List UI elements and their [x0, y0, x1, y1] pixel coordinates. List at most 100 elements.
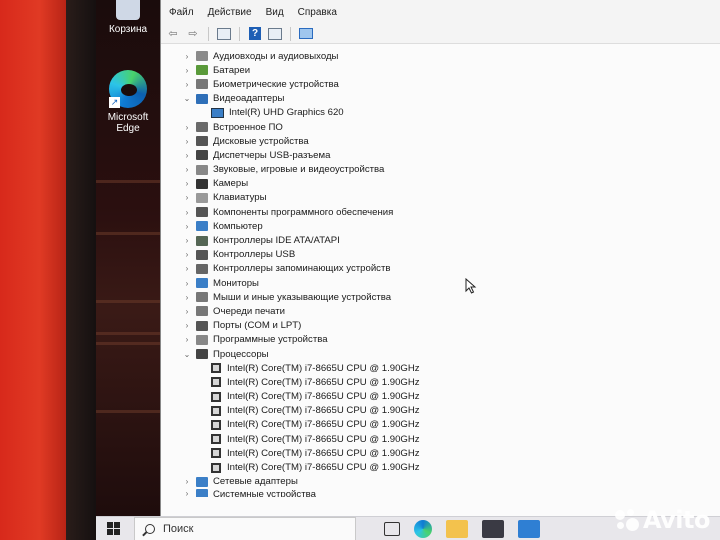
processor-icon — [211, 391, 221, 402]
tree-category[interactable]: ⌄ Видеоадаптеры — [161, 92, 720, 106]
device-category-icon — [196, 150, 208, 161]
tree-device[interactable]: Intel(R) Core(TM) i7-8665U CPU @ 1.90GHz — [161, 460, 720, 474]
tree-category[interactable]: › Программные устройства — [161, 333, 720, 347]
chevron-right-icon[interactable]: › — [181, 321, 193, 330]
tree-device[interactable]: Intel(R) Core(TM) i7-8665U CPU @ 1.90GHz — [161, 418, 720, 432]
tree-category-label: Камеры — [213, 178, 249, 190]
tree-category[interactable]: ⌄ Процессоры — [161, 347, 720, 361]
edge-label-line2: Edge — [116, 123, 140, 134]
tree-category[interactable]: › Контроллеры USB — [161, 248, 720, 262]
menu-help[interactable]: Справка — [298, 5, 345, 20]
tree-device[interactable]: Intel(R) Core(TM) i7-8665U CPU @ 1.90GHz — [161, 361, 720, 375]
chevron-right-icon[interactable]: › — [181, 477, 193, 486]
tree-device-label: Intel(R) Core(TM) i7-8665U CPU @ 1.90GHz — [227, 433, 420, 445]
menu-view[interactable]: Вид — [266, 5, 292, 20]
tree-category[interactable]: › Биометрические устройства — [161, 77, 720, 91]
tree-device-label: Intel(R) Core(TM) i7-8665U CPU @ 1.90GHz — [227, 391, 420, 403]
mail-icon[interactable] — [518, 519, 540, 538]
chevron-right-icon[interactable]: › — [181, 222, 193, 231]
tree-category[interactable]: › Встроенное ПО — [161, 120, 720, 134]
chevron-right-icon[interactable]: › — [181, 52, 193, 61]
tree-category-label: Дисковые устройства — [213, 135, 309, 147]
tree-category[interactable]: › Дисковые устройства — [161, 134, 720, 148]
tree-category[interactable]: › Мониторы — [161, 276, 720, 290]
chevron-right-icon[interactable]: › — [181, 193, 193, 202]
store-icon[interactable] — [482, 519, 504, 538]
view-icon[interactable] — [267, 27, 283, 41]
recycle-bin-desktop-icon[interactable]: Корзина — [100, 0, 156, 35]
tree-category[interactable]: › Камеры — [161, 177, 720, 191]
chevron-right-icon[interactable]: › — [181, 335, 193, 344]
device-category-icon — [196, 278, 208, 289]
task-view-icon[interactable] — [384, 521, 400, 536]
forward-arrow-icon[interactable]: ⇨ — [185, 27, 201, 41]
edge-icon[interactable] — [414, 519, 432, 538]
tree-category[interactable]: › Аудиовходы и аудиовыходы — [161, 49, 720, 63]
chevron-right-icon[interactable]: › — [181, 279, 193, 288]
chevron-right-icon[interactable]: › — [181, 250, 193, 259]
tree-category[interactable]: › Клавиатуры — [161, 191, 720, 205]
chevron-right-icon[interactable]: › — [181, 80, 193, 89]
taskbar-search-box[interactable]: Поиск — [134, 516, 356, 540]
tree-category[interactable]: › Компоненты программного обеспечения — [161, 205, 720, 219]
device-category-icon — [196, 192, 208, 203]
photo-background — [0, 0, 66, 540]
chevron-right-icon[interactable]: › — [181, 236, 193, 245]
tree-device[interactable]: Intel(R) Core(TM) i7-8665U CPU @ 1.90GHz — [161, 390, 720, 404]
device-category-icon — [196, 65, 208, 76]
chevron-right-icon[interactable]: › — [181, 208, 193, 217]
menu-action[interactable]: Действие — [208, 5, 260, 20]
tree-category[interactable]: › Диспетчеры USB-разъема — [161, 148, 720, 162]
tree-device[interactable]: Intel(R) Core(TM) i7-8665U CPU @ 1.90GHz — [161, 404, 720, 418]
tree-device-label: Intel(R) Core(TM) i7-8665U CPU @ 1.90GHz — [227, 405, 420, 417]
device-category-icon — [196, 93, 208, 104]
tree-category[interactable]: › Сетевые адаптеры — [161, 475, 720, 489]
chevron-right-icon[interactable]: › — [181, 307, 193, 316]
tree-device[interactable]: Intel(R) Core(TM) i7-8665U CPU @ 1.90GHz — [161, 375, 720, 389]
tree-device[interactable]: Intel(R) Core(TM) i7-8665U CPU @ 1.90GHz — [161, 432, 720, 446]
device-category-icon — [196, 79, 208, 90]
chevron-right-icon[interactable]: › — [181, 264, 193, 273]
tree-device[interactable]: Intel(R) Core(TM) i7-8665U CPU @ 1.90GHz — [161, 446, 720, 460]
chevron-right-icon[interactable]: › — [181, 165, 193, 174]
file-explorer-icon[interactable] — [446, 519, 468, 538]
processor-icon — [211, 419, 221, 430]
device-category-icon — [196, 51, 208, 62]
edge-desktop-icon[interactable]: ↗ Microsoft Edge — [100, 70, 156, 134]
tree-category-label: Системные устройства — [213, 488, 316, 497]
device-category-icon — [196, 306, 208, 317]
tree-category[interactable]: › Батареи — [161, 63, 720, 77]
tree-category[interactable]: › Системные устройства — [161, 488, 720, 497]
recycle-bin-icon — [116, 0, 140, 20]
chevron-right-icon[interactable]: › — [181, 66, 193, 75]
back-arrow-icon[interactable]: ⇦ — [165, 27, 181, 41]
start-button[interactable] — [96, 517, 130, 540]
chevron-right-icon[interactable]: › — [181, 137, 193, 146]
processor-icon — [211, 448, 221, 459]
scan-monitor-icon[interactable] — [298, 27, 314, 41]
tree-category[interactable]: › Очереди печати — [161, 304, 720, 318]
tree-category[interactable]: › Мыши и иные указывающие устройства — [161, 290, 720, 304]
help-icon[interactable]: ? — [247, 27, 263, 41]
device-category-icon — [196, 221, 208, 232]
processor-icon — [211, 434, 221, 445]
chevron-right-icon[interactable]: › — [181, 179, 193, 188]
tree-category[interactable]: › Контроллеры IDE ATA/ATAPI — [161, 233, 720, 247]
properties-icon[interactable] — [216, 27, 232, 41]
chevron-down-icon[interactable]: ⌄ — [181, 94, 193, 103]
tree-category-label: Диспетчеры USB-разъема — [213, 149, 331, 161]
chevron-right-icon[interactable]: › — [181, 489, 193, 497]
tree-device-label: Intel(R) UHD Graphics 620 — [229, 107, 344, 119]
menu-file[interactable]: Файл — [169, 5, 202, 20]
tree-category[interactable]: › Контроллеры запоминающих устройств — [161, 262, 720, 276]
chevron-down-icon[interactable]: ⌄ — [181, 350, 193, 359]
tree-category[interactable]: › Порты (COM и LPT) — [161, 319, 720, 333]
processor-icon — [211, 363, 221, 374]
tree-device[interactable]: Intel(R) UHD Graphics 620 — [161, 106, 720, 120]
tree-category[interactable]: › Компьютер — [161, 219, 720, 233]
chevron-right-icon[interactable]: › — [181, 123, 193, 132]
chevron-right-icon[interactable]: › — [181, 293, 193, 302]
avito-logo-icon — [614, 509, 639, 531]
tree-category[interactable]: › Звуковые, игровые и видеоустройства — [161, 163, 720, 177]
chevron-right-icon[interactable]: › — [181, 151, 193, 160]
